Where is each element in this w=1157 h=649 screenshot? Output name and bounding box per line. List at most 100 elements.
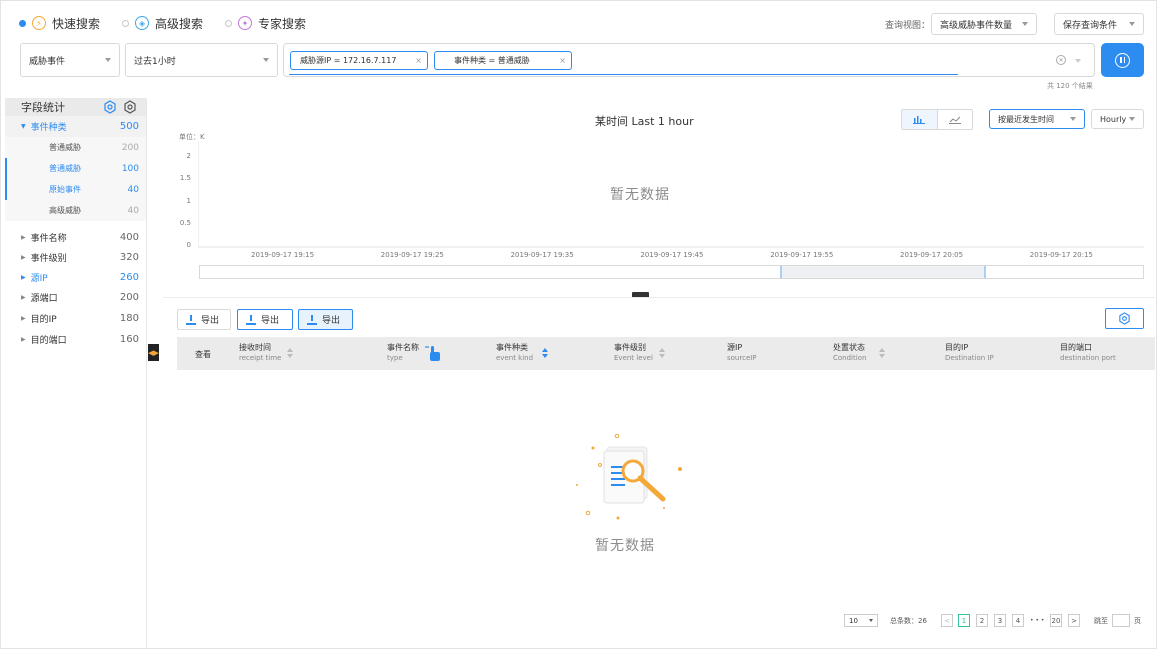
col-receipt-time[interactable]: 接收时间 receipt time bbox=[239, 343, 281, 363]
page-button[interactable]: 1 bbox=[958, 614, 970, 627]
col-title: 事件级别 bbox=[614, 343, 646, 352]
query-view-select[interactable]: 高级威胁事件数量 bbox=[931, 13, 1037, 35]
col-title: 处置状态 bbox=[833, 343, 865, 352]
zoom-selection[interactable] bbox=[780, 266, 986, 278]
export-label: 导出 bbox=[201, 316, 220, 326]
export-label: 导出 bbox=[322, 316, 341, 326]
event-type-select[interactable]: 威胁事件 bbox=[20, 43, 120, 77]
col-subtitle: destination port bbox=[1060, 354, 1116, 362]
time-zoom-slider[interactable] bbox=[199, 265, 1144, 279]
export-button[interactable]: 导出 bbox=[237, 309, 293, 330]
empty-state-illustration-icon bbox=[576, 433, 682, 520]
col-view: 查看 bbox=[195, 350, 211, 359]
time-range-select[interactable]: 过去1小时 bbox=[125, 43, 278, 77]
mode-expert-search[interactable]: ✦ 专家搜索 bbox=[225, 15, 306, 32]
sidebar-item-dest-ip[interactable]: ▶ 目的IP 180 bbox=[5, 307, 146, 329]
col-destination-ip[interactable]: 目的IP Destination IP bbox=[945, 343, 994, 363]
search-tag[interactable]: 事件种类 = 普通威胁 × bbox=[434, 51, 572, 70]
table-empty-text: 暂无数据 bbox=[595, 538, 655, 554]
table-settings-button[interactable] bbox=[1105, 308, 1144, 329]
quick-search-icon: ⚡ bbox=[32, 16, 46, 30]
sidebar-item-label: 源IP bbox=[30, 273, 48, 284]
sidebar-item-source-ip[interactable]: ▶ 源IP 260 bbox=[5, 267, 146, 287]
mode-quick-search[interactable]: ⚡ 快速搜索 bbox=[19, 15, 100, 32]
sidebar-item-label: 事件种类 bbox=[30, 123, 67, 133]
export-button[interactable]: 导出 bbox=[177, 309, 231, 330]
page-size-select[interactable]: 10 bbox=[844, 614, 878, 627]
sort-order-select[interactable]: 按最近发生时间 bbox=[989, 109, 1085, 129]
clear-icon[interactable]: ✕ bbox=[1056, 55, 1066, 65]
sidebar-item-count: 500 bbox=[119, 121, 139, 132]
page-button[interactable]: 2 bbox=[976, 614, 988, 627]
sort-icon[interactable] bbox=[879, 348, 885, 358]
sort-icon[interactable] bbox=[659, 348, 665, 358]
sidebar-subitem-count: 40 bbox=[127, 184, 139, 195]
prev-page-button[interactable]: < bbox=[941, 614, 953, 627]
sidebar-subitem-count: 100 bbox=[121, 163, 139, 174]
page-button[interactable]: 20 bbox=[1050, 614, 1062, 627]
col-title: 目的端口 bbox=[1060, 343, 1092, 352]
x-tick-label: 2019-09-17 19:45 bbox=[640, 251, 704, 259]
mode-label: 快速搜索 bbox=[52, 16, 101, 31]
page-suffix: 页 bbox=[1134, 616, 1141, 625]
sidebar-title: 字段统计 bbox=[21, 101, 65, 114]
sidebar-item-event-kind[interactable]: ▼ 事件种类 500 bbox=[5, 116, 146, 137]
next-page-button[interactable]: > bbox=[1068, 614, 1080, 627]
col-event-name[interactable]: 事件名称 type bbox=[387, 343, 419, 363]
sort-icon[interactable] bbox=[287, 348, 293, 358]
chart-empty-text: 暂无数据 bbox=[610, 187, 670, 203]
chevron-down-icon bbox=[1022, 22, 1028, 26]
col-title: 事件名称 bbox=[387, 343, 419, 352]
col-source-ip[interactable]: 源IP sourceIP bbox=[727, 343, 757, 363]
jump-page-input[interactable] bbox=[1112, 614, 1130, 627]
gear-blue-icon[interactable] bbox=[103, 100, 117, 114]
panel-divider bbox=[163, 297, 1155, 298]
col-subtitle: event kind bbox=[496, 354, 534, 362]
line-chart-toggle[interactable] bbox=[936, 110, 973, 129]
page-button[interactable]: 4 bbox=[1012, 614, 1024, 627]
sidebar-item-event-name[interactable]: ▶ 事件名称 400 bbox=[5, 227, 146, 247]
save-query-select[interactable]: 保存查询条件 bbox=[1054, 13, 1144, 35]
col-subtitle: type bbox=[387, 354, 403, 362]
chevron-down-icon[interactable] bbox=[1075, 59, 1081, 63]
sidebar-item-source-port[interactable]: ▶ 源端口 200 bbox=[5, 287, 146, 307]
gear-icon[interactable] bbox=[123, 100, 137, 114]
search-tag-label: 事件种类 = 普通威胁 bbox=[454, 56, 530, 65]
sidebar-subitem-label: 原始事件 bbox=[49, 185, 81, 194]
x-tick-label: 2019-09-17 19:55 bbox=[770, 251, 834, 259]
sidebar-item-count: 180 bbox=[119, 312, 139, 324]
gear-icon bbox=[1119, 312, 1130, 325]
sidebar-subitem[interactable]: 高级威胁 40 bbox=[5, 200, 146, 221]
interval-select[interactable]: Hourly bbox=[1091, 109, 1144, 129]
col-event-level[interactable]: 事件级别 Event level bbox=[614, 343, 653, 363]
sidebar-toggle-icon[interactable]: ◀▶ bbox=[148, 344, 159, 361]
sidebar-item-count: 200 bbox=[119, 291, 139, 303]
caret-right-icon: ▶ bbox=[21, 293, 26, 301]
sidebar-subitem[interactable]: 普通威胁 100 bbox=[5, 158, 146, 179]
col-subtitle: Destination IP bbox=[945, 354, 994, 362]
search-input[interactable]: 威胁源IP = 172.16.7.117 × 事件种类 = 普通威胁 × ✕ bbox=[283, 43, 1095, 77]
page-button[interactable]: 3 bbox=[994, 614, 1006, 627]
sort-active-icon[interactable] bbox=[542, 348, 548, 358]
col-event-kind[interactable]: 事件种类 event kind bbox=[496, 343, 533, 363]
search-tag[interactable]: 威胁源IP = 172.16.7.117 × bbox=[290, 51, 428, 70]
col-condition[interactable]: 处置状态 Condition bbox=[833, 343, 866, 363]
sidebar-item-dest-port[interactable]: ▶ 目的端口 160 bbox=[5, 329, 146, 349]
col-title: 事件种类 bbox=[496, 343, 528, 352]
sidebar-item-count: 400 bbox=[119, 231, 139, 243]
mode-label: 专家搜索 bbox=[258, 16, 307, 31]
col-destination-port[interactable]: 目的端口 destination port bbox=[1060, 343, 1116, 363]
close-icon[interactable]: × bbox=[559, 56, 566, 65]
y-tick-label: 2 bbox=[186, 152, 191, 160]
sidebar-subitem[interactable]: 普通威胁 200 bbox=[5, 137, 146, 158]
mode-advanced-search[interactable]: ◈ 高级搜索 bbox=[122, 15, 203, 32]
pause-button[interactable] bbox=[1101, 43, 1144, 77]
col-subtitle: Event level bbox=[614, 354, 653, 362]
pause-icon bbox=[1115, 52, 1130, 68]
close-icon[interactable]: × bbox=[415, 56, 422, 65]
sidebar-subitem[interactable]: 原始事件 40 bbox=[5, 179, 146, 200]
bar-chart-toggle[interactable] bbox=[902, 110, 937, 129]
download-icon bbox=[246, 314, 256, 325]
sidebar-item-event-level[interactable]: ▶ 事件级别 320 bbox=[5, 247, 146, 267]
export-button[interactable]: 导出 bbox=[298, 309, 353, 330]
